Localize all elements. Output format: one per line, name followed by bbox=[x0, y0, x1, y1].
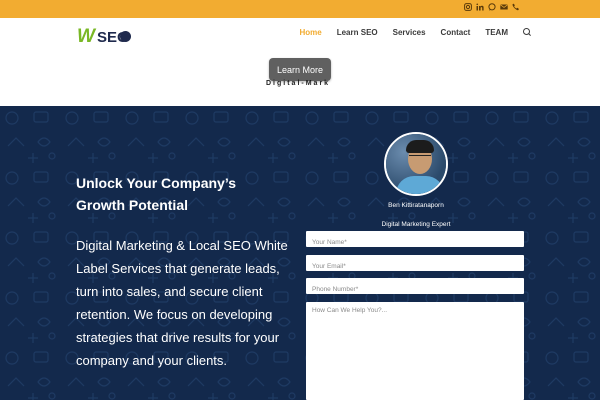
nav-services[interactable]: Services bbox=[393, 28, 426, 37]
logo-letter: W bbox=[77, 26, 95, 47]
email-field[interactable] bbox=[306, 258, 524, 275]
profile-role: Digital Marketing Expert bbox=[381, 221, 451, 228]
site-logo[interactable]: W SEO bbox=[77, 25, 133, 47]
instagram-icon[interactable] bbox=[464, 3, 472, 11]
name-field[interactable] bbox=[306, 234, 524, 251]
nav-learn-seo[interactable]: Learn SEO bbox=[337, 28, 378, 37]
social-links bbox=[464, 3, 520, 11]
hero-title: Unlock Your Company’s Growth Potential bbox=[76, 175, 236, 213]
marquee-text: Digital-Mark bbox=[266, 80, 331, 87]
phone-field-wrapper bbox=[306, 278, 524, 298]
nav-home[interactable]: Home bbox=[299, 28, 321, 37]
top-bar bbox=[0, 0, 600, 18]
main-nav: Home Learn SEO Services Contact TEAM bbox=[299, 28, 532, 37]
name-field-wrapper bbox=[306, 231, 524, 251]
whatsapp-icon[interactable] bbox=[488, 3, 496, 11]
avatar bbox=[384, 132, 448, 196]
phone-icon[interactable] bbox=[512, 3, 520, 11]
search-icon[interactable] bbox=[523, 28, 532, 37]
message-field[interactable] bbox=[306, 302, 524, 400]
learn-more-button[interactable]: Learn More bbox=[269, 58, 331, 81]
hero-section: Unlock Your Company’s Growth Potential D… bbox=[0, 106, 600, 400]
site-header: W SEO Home Learn SEO Services Contact TE… bbox=[0, 18, 600, 106]
nav-contact[interactable]: Contact bbox=[441, 28, 471, 37]
logo-ball-icon bbox=[120, 31, 131, 42]
phone-field[interactable] bbox=[306, 281, 524, 298]
profile-name: Ben Kittiratanaporn bbox=[388, 202, 444, 209]
message-field-wrapper bbox=[306, 302, 524, 400]
linkedin-icon[interactable] bbox=[476, 3, 484, 11]
email-icon[interactable] bbox=[500, 3, 508, 11]
hero-description: Digital Marketing & Local SEO White Labe… bbox=[76, 238, 288, 368]
nav-team[interactable]: TEAM bbox=[485, 28, 508, 37]
email-field-wrapper bbox=[306, 255, 524, 275]
